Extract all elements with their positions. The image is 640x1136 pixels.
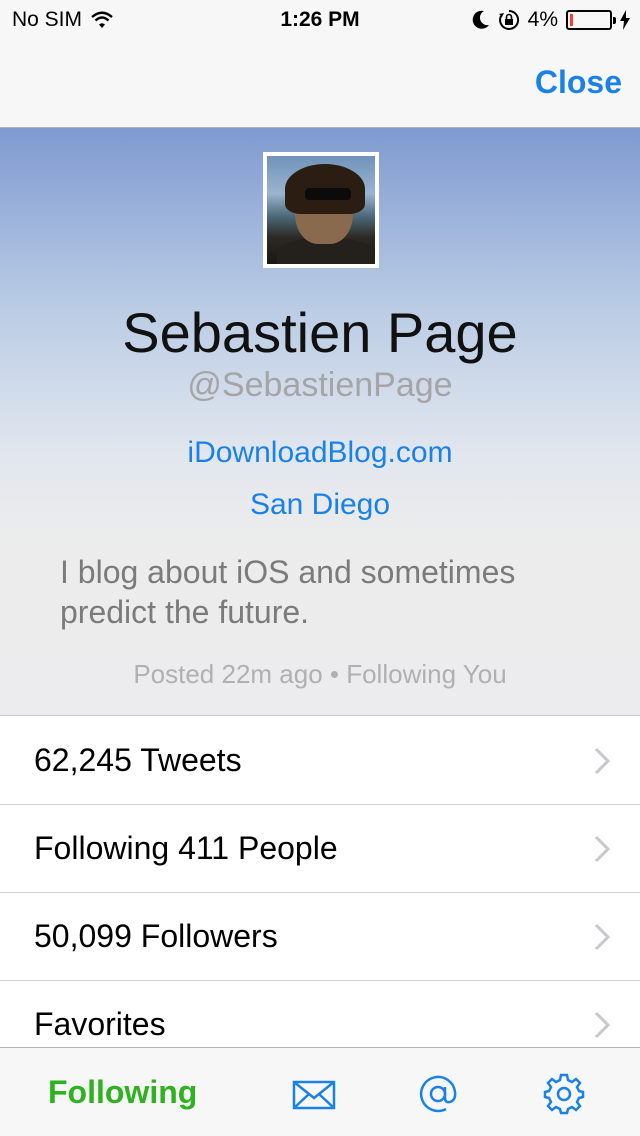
profile-name: Sebastien Page [122, 301, 518, 364]
profile-location-link[interactable]: San Diego [0, 488, 640, 522]
close-button[interactable]: Close [535, 64, 622, 101]
chevron-right-icon [594, 1011, 610, 1039]
navigation-bar: Close [0, 40, 640, 128]
moon-icon [472, 10, 489, 29]
list-item-following[interactable]: Following 411 People [0, 805, 640, 893]
chevron-right-icon [594, 835, 610, 863]
battery-fill [570, 14, 573, 26]
list-item-tweets[interactable]: 62,245 Tweets [0, 717, 640, 805]
status-right: 4% [472, 8, 630, 32]
avatar[interactable] [263, 152, 379, 268]
tab-following[interactable]: Following [48, 1074, 197, 1111]
profile-header: Sebastien Page @SebastienPage iDownloadB… [0, 128, 640, 716]
gear-icon[interactable] [542, 1072, 586, 1116]
chevron-right-icon [594, 747, 610, 775]
battery-percent: 4% [527, 8, 558, 31]
list-item-label: Following 411 People [34, 830, 338, 866]
at-icon[interactable] [416, 1072, 460, 1116]
chevron-right-icon [594, 923, 610, 951]
list-item-label: 62,245 Tweets [34, 742, 242, 778]
profile-bio: I blog about iOS and sometimes predict t… [60, 554, 516, 630]
profile-stats-list: 62,245 Tweets Following 411 People 50,09… [0, 717, 640, 1069]
list-item-label: Favorites [34, 1006, 166, 1042]
charging-bolt-icon [620, 10, 630, 30]
list-item-followers[interactable]: 50,099 Followers [0, 893, 640, 981]
battery-icon [566, 10, 616, 30]
status-bar: No SIM 1:26 PM 4% [0, 0, 640, 40]
profile-website-link[interactable]: iDownloadBlog.com [0, 436, 640, 470]
profile-handle: @SebastienPage [187, 366, 453, 404]
rotation-lock-icon [498, 9, 519, 30]
envelope-icon[interactable] [292, 1072, 336, 1116]
list-item-label: 50,099 Followers [34, 918, 278, 954]
avatar-photo [267, 156, 375, 264]
tab-bar: Following [0, 1047, 640, 1136]
profile-meta: Posted 22m ago • Following You [133, 659, 507, 689]
